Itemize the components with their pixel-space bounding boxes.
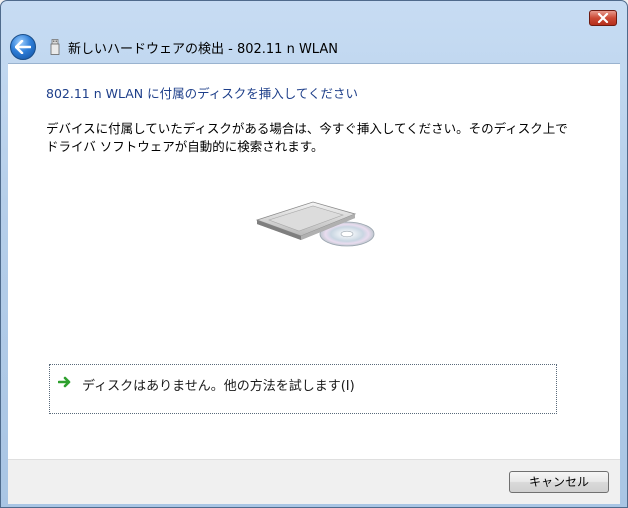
close-button[interactable]	[589, 10, 617, 26]
title-bar: 新しいハードウェアの検出 - 802.11 n WLAN	[8, 31, 620, 63]
dialog-window: 新しいハードウェアの検出 - 802.11 n WLAN 802.11 n WL…	[0, 0, 628, 508]
cancel-button[interactable]: キャンセル	[509, 471, 609, 493]
no-disc-option-label: ディスクはありません。他の方法を試します(I)	[82, 379, 355, 394]
back-arrow-icon	[15, 40, 31, 54]
usb-device-icon	[50, 39, 60, 55]
window-title: 新しいハードウェアの検出 - 802.11 n WLAN	[68, 41, 338, 57]
instruction-text: デバイスに付属していたディスクがある場合は、今すぐ挿入してください。そのディスク…	[46, 120, 586, 156]
no-disc-option[interactable]: ディスクはありません。他の方法を試します(I)	[49, 364, 557, 414]
close-icon	[597, 13, 609, 23]
button-bar: キャンセル	[8, 459, 620, 504]
instruction-line-1: デバイスに付属していたディスクがある場合は、今すぐ挿入してください。そのディスク…	[46, 121, 568, 136]
green-arrow-icon	[58, 376, 71, 388]
disc-drive-illustration	[255, 201, 375, 247]
content-area: 802.11 n WLAN に付属のディスクを挿入してください デバイスに付属し…	[8, 63, 620, 460]
instruction-heading: 802.11 n WLAN に付属のディスクを挿入してください	[46, 86, 358, 101]
instruction-line-2: ドライバ ソフトウェアが自動的に検索されます。	[46, 139, 324, 154]
back-button[interactable]	[10, 34, 36, 60]
